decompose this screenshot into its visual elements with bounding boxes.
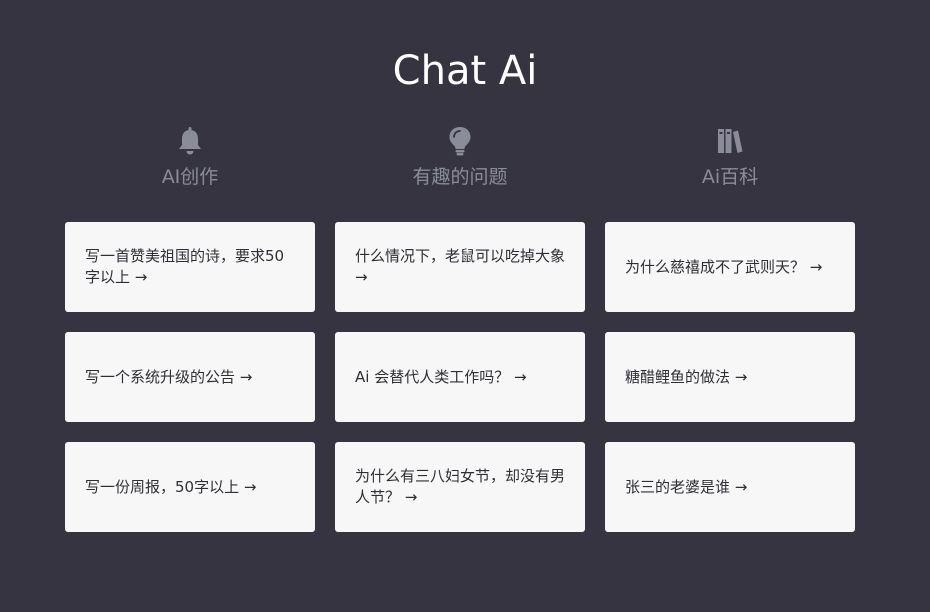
column-heading-ai-encyclopedia: Ai百科 [605, 126, 855, 190]
prompt-card-text: 什么情况下，老鼠可以吃掉大象 → [355, 247, 566, 286]
prompt-card[interactable]: 写一份周报，50字以上 → [65, 442, 315, 532]
prompt-card[interactable]: 写一首赞美祖国的诗，要求50字以上 → [65, 222, 315, 312]
prompt-card[interactable]: Ai 会替代人类工作吗？ → [335, 332, 585, 422]
column-heading-fun-questions: 有趣的问题 [335, 126, 585, 190]
prompt-card-text: 张三的老婆是谁 → [625, 477, 748, 496]
prompt-card-text: 糖醋鲤鱼的做法 → [625, 367, 748, 386]
lightbulb-icon [449, 127, 471, 156]
prompt-card-text: 为什么有三八妇女节，却没有男人节？ → [355, 467, 566, 506]
column-heading-label: Ai百科 [701, 166, 759, 188]
prompt-card-text: 写一首赞美祖国的诗，要求50字以上 → [85, 247, 285, 286]
prompt-card-text: 写一份周报，50字以上 → [85, 477, 257, 496]
prompt-card[interactable]: 糖醋鲤鱼的做法 → [605, 332, 855, 422]
column-heading-label: 有趣的问题 [412, 166, 508, 188]
page-title: Chat Ai [392, 48, 538, 94]
prompt-card[interactable]: 张三的老婆是谁 → [605, 442, 855, 532]
bell-icon [179, 127, 201, 155]
prompt-card[interactable]: 为什么有三八妇女节，却没有男人节？ → [335, 442, 585, 532]
books-icon [718, 129, 743, 153]
column-heading-label: AI创作 [161, 166, 219, 188]
prompt-card[interactable]: 为什么慈禧成不了武则天？ → [605, 222, 855, 312]
prompt-card-text: 为什么慈禧成不了武则天？ → [625, 257, 823, 276]
prompt-card-text: Ai 会替代人类工作吗？ → [355, 367, 527, 386]
column-heading-ai-creation: AI创作 [65, 126, 315, 190]
prompt-card-text: 写一个系统升级的公告 → [85, 367, 253, 386]
prompt-card[interactable]: 什么情况下，老鼠可以吃掉大象 → [335, 222, 585, 312]
prompt-card[interactable]: 写一个系统升级的公告 → [65, 332, 315, 422]
chat-ai-home: Chat Ai AI创作 有趣的问题 Ai百科 写一首赞美祖国的诗，要求50字以… [0, 0, 930, 612]
